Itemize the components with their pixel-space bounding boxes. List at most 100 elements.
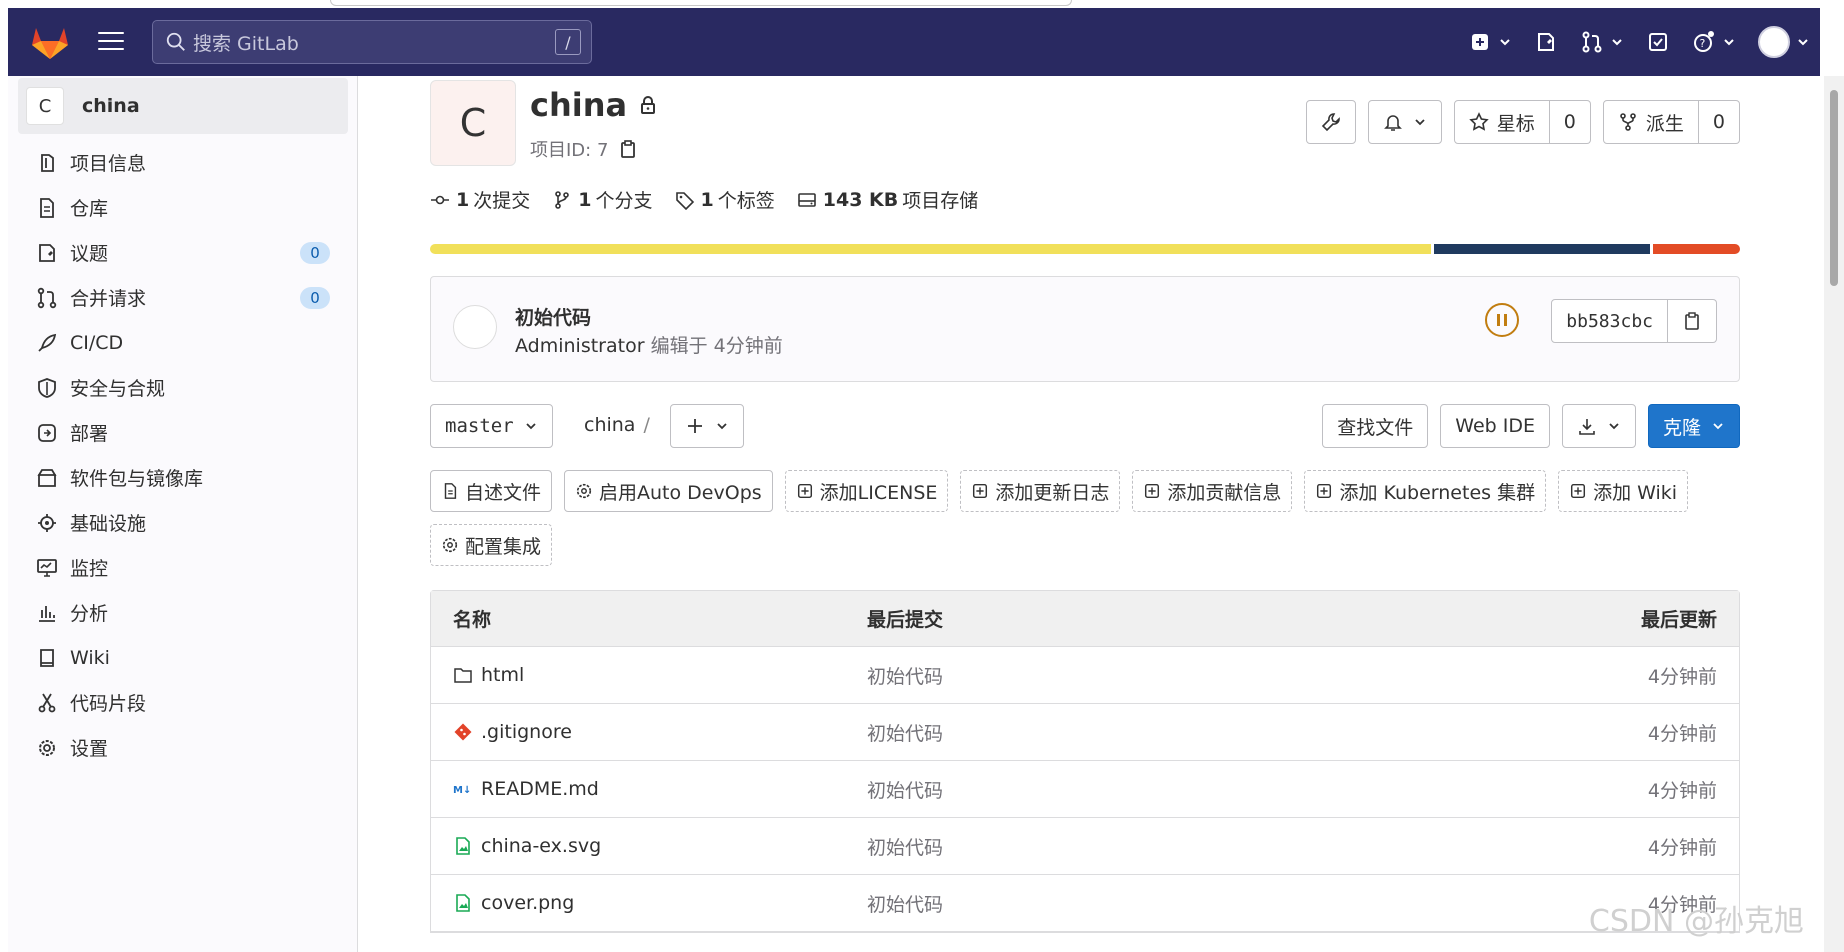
branch-icon bbox=[555, 190, 570, 209]
copy-sha-button[interactable] bbox=[1668, 299, 1717, 343]
help-button[interactable]: ? bbox=[1692, 30, 1736, 54]
file-name[interactable]: html bbox=[481, 664, 524, 686]
menu-toggle-button[interactable] bbox=[98, 32, 124, 52]
file-name[interactable]: cover.png bbox=[481, 892, 574, 914]
gitlab-logo-icon[interactable] bbox=[30, 24, 70, 60]
file-commit[interactable]: 初始代码 bbox=[867, 833, 1439, 860]
add-license-button[interactable]: 添加LICENSE bbox=[784, 470, 949, 512]
branch-selector[interactable]: master bbox=[430, 404, 553, 448]
file-tree-table: 名称 最后提交 最后更新 html 初始代码 4分钟前 .gitignore 初… bbox=[430, 590, 1740, 933]
table-row[interactable]: .gitignore 初始代码 4分钟前 bbox=[431, 704, 1739, 761]
table-row[interactable]: china-ex.svg 初始代码 4分钟前 bbox=[431, 818, 1739, 875]
toolbar-right: 查找文件 Web IDE 克隆 bbox=[1310, 404, 1740, 448]
page-scrollbar[interactable] bbox=[1824, 76, 1844, 952]
clone-button[interactable]: 克隆 bbox=[1647, 404, 1740, 448]
scrollbar-thumb[interactable] bbox=[1830, 90, 1838, 286]
action-label: 添加LICENSE bbox=[819, 481, 938, 504]
sidebar-nav: 项目信息 仓库 议题 0 合并请求 0 CI/CD 安全与合规 部署 软件包与镜… bbox=[8, 140, 358, 770]
sidebar-item-monitor[interactable]: 监控 bbox=[8, 545, 358, 590]
merge-request-icon bbox=[1582, 31, 1602, 53]
file-name[interactable]: README.md bbox=[481, 778, 599, 800]
repo-toolbar: master china / 查找文件 Web IDE 克隆 bbox=[430, 404, 1740, 450]
file-name[interactable]: .gitignore bbox=[481, 721, 572, 743]
sidebar-item-infrastructure[interactable]: 基础设施 bbox=[8, 500, 358, 545]
pipeline-status-icon[interactable] bbox=[1485, 303, 1519, 337]
sidebar-item-cicd[interactable]: CI/CD bbox=[8, 320, 358, 365]
star-icon bbox=[1469, 112, 1489, 131]
repository-languages-bar[interactable] bbox=[430, 244, 1740, 254]
commit-sha[interactable]: bb583cbc bbox=[1551, 299, 1668, 343]
file-commit[interactable]: 初始代码 bbox=[867, 662, 1439, 689]
add-contributing-button[interactable]: 添加贡献信息 bbox=[1132, 470, 1293, 512]
fork-count[interactable]: 0 bbox=[1698, 100, 1740, 144]
admin-settings-button[interactable] bbox=[1305, 100, 1356, 144]
table-row[interactable]: cover.png 初始代码 4分钟前 bbox=[431, 875, 1739, 932]
commit-author-avatar[interactable] bbox=[453, 305, 497, 349]
todos-button[interactable] bbox=[1646, 30, 1670, 54]
language-segment[interactable] bbox=[430, 244, 1432, 254]
sidebar-item-deployments[interactable]: 部署 bbox=[8, 410, 358, 455]
sidebar-item-analytics[interactable]: 分析 bbox=[8, 590, 358, 635]
sidebar-item-label: 议题 bbox=[70, 243, 109, 265]
sidebar-item-label: 分析 bbox=[70, 603, 109, 625]
plus-square-icon bbox=[1472, 34, 1488, 50]
commit-icon bbox=[431, 195, 449, 204]
help-icon: ? bbox=[1694, 31, 1714, 52]
download-button[interactable] bbox=[1561, 404, 1636, 448]
user-menu-button[interactable] bbox=[1758, 26, 1810, 58]
commit-author[interactable]: Administrator bbox=[515, 335, 645, 357]
chevron-down-icon bbox=[1609, 423, 1619, 430]
storage-stat[interactable]: 143 KB 项目存储 bbox=[797, 186, 978, 213]
chevron-down-icon bbox=[1798, 39, 1808, 46]
top-actions: ? bbox=[1446, 22, 1810, 62]
commit-title[interactable]: 初始代码 bbox=[515, 303, 591, 330]
plus-square-icon bbox=[1317, 483, 1332, 499]
language-segment[interactable] bbox=[1434, 244, 1650, 254]
find-file-button[interactable]: 查找文件 bbox=[1322, 404, 1429, 448]
chevron-down-icon bbox=[1415, 119, 1425, 126]
auto-devops-button[interactable]: 启用Auto DevOps bbox=[564, 470, 773, 512]
table-header: 名称 最后提交 最后更新 bbox=[431, 591, 1739, 647]
sidebar-item-repository[interactable]: 仓库 bbox=[8, 185, 358, 230]
sidebar-item-settings[interactable]: 设置 bbox=[8, 725, 358, 770]
add-to-tree-button[interactable] bbox=[670, 404, 744, 448]
action-label: 配置集成 bbox=[465, 535, 542, 558]
sidebar-item-project-info[interactable]: 项目信息 bbox=[8, 140, 358, 185]
breadcrumb-project[interactable]: china bbox=[584, 414, 635, 436]
rocket-icon bbox=[38, 333, 57, 352]
add-changelog-button[interactable]: 添加更新日志 bbox=[960, 470, 1121, 512]
file-commit[interactable]: 初始代码 bbox=[867, 890, 1439, 917]
star-count[interactable]: 0 bbox=[1549, 100, 1591, 144]
commits-stat[interactable]: 1 次提交 bbox=[430, 186, 530, 213]
issues-button[interactable] bbox=[1534, 30, 1558, 54]
sidebar-project-link[interactable]: C china bbox=[18, 78, 348, 134]
table-row[interactable]: M↓ README.md 初始代码 4分钟前 bbox=[431, 761, 1739, 818]
sidebar-item-merge-requests[interactable]: 合并请求 0 bbox=[8, 275, 358, 320]
file-name[interactable]: china-ex.svg bbox=[481, 835, 601, 857]
table-row[interactable]: html 初始代码 4分钟前 bbox=[431, 647, 1739, 704]
web-ide-button[interactable]: Web IDE bbox=[1440, 404, 1550, 448]
fork-button[interactable]: 派生 bbox=[1602, 100, 1699, 144]
language-segment[interactable] bbox=[1652, 244, 1740, 254]
copy-icon[interactable] bbox=[618, 139, 638, 159]
image-file-icon bbox=[456, 837, 470, 855]
sidebar-item-security[interactable]: 安全与合规 bbox=[8, 365, 358, 410]
project-id-text: 项目ID: 7 bbox=[530, 140, 609, 161]
sidebar-item-snippets[interactable]: 代码片段 bbox=[8, 680, 358, 725]
sidebar-item-packages[interactable]: 软件包与镜像库 bbox=[8, 455, 358, 500]
merge-requests-button[interactable] bbox=[1580, 30, 1624, 54]
file-commit[interactable]: 初始代码 bbox=[867, 776, 1439, 803]
readme-button[interactable]: 自述文件 bbox=[430, 470, 553, 512]
notification-button[interactable] bbox=[1367, 100, 1442, 144]
sidebar-item-issues[interactable]: 议题 0 bbox=[8, 230, 358, 275]
sidebar-item-wiki[interactable]: Wiki bbox=[8, 635, 358, 680]
tags-stat[interactable]: 1 个标签 bbox=[675, 186, 775, 213]
file-commit[interactable]: 初始代码 bbox=[867, 719, 1439, 746]
add-wiki-button[interactable]: 添加 Wiki bbox=[1558, 470, 1689, 512]
add-kubernetes-button[interactable]: 添加 Kubernetes 集群 bbox=[1304, 470, 1547, 512]
branches-stat[interactable]: 1 个分支 bbox=[552, 186, 653, 213]
configure-integrations-button[interactable]: 配置集成 bbox=[430, 524, 553, 566]
new-dropdown-button[interactable] bbox=[1468, 30, 1512, 54]
star-button[interactable]: 星标 bbox=[1453, 100, 1550, 144]
search-input[interactable]: 搜索 GitLab / bbox=[152, 20, 592, 64]
